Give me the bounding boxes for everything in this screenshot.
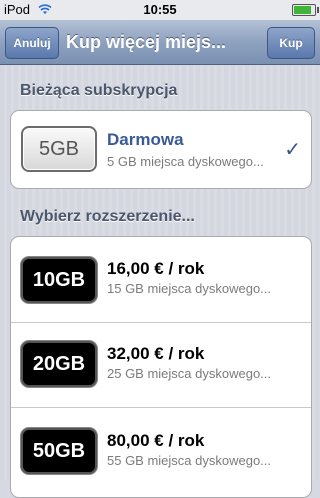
storage-badge: 10GB — [21, 257, 97, 303]
plan-subtitle: 15 GB miejsca dyskowego... — [107, 281, 272, 296]
clock: 10:55 — [143, 2, 177, 17]
page-title: Kup więcej miejs... — [66, 32, 227, 52]
buy-button[interactable]: Kup — [267, 27, 315, 59]
plan-title: Darmowa — [107, 130, 184, 149]
plan-subtitle: 25 GB miejsca dyskowego... — [107, 366, 272, 381]
section-header-current: Bieżąca subskrypcja — [20, 82, 178, 99]
section-header-upgrades: Wybierz rozszerzenie... — [20, 208, 195, 225]
current-plan-row[interactable]: 5GB Darmowa 5 GB miejsca dyskowego... ✓ — [11, 111, 311, 188]
plan-price: 32,00 € / rok — [107, 344, 205, 363]
plan-price: 80,00 € / rok — [107, 431, 205, 450]
current-subscription-group: 5GB Darmowa 5 GB miejsca dyskowego... ✓ — [10, 110, 312, 189]
plan-subtitle: 5 GB miejsca dyskowego... — [107, 154, 264, 169]
upgrade-row-20gb[interactable]: 20GB 32,00 € / rok 25 GB miejsca dyskowe… — [11, 322, 311, 407]
plan-price: 16,00 € / rok — [107, 259, 205, 278]
status-bar: iPod 10:55 — [0, 0, 320, 20]
cancel-button[interactable]: Anuluj — [5, 27, 59, 59]
content-area: Bieżąca subskrypcja 5GB Darmowa 5 GB mie… — [0, 65, 320, 498]
navigation-bar: Anuluj Kup więcej miejs... Kup — [0, 20, 320, 65]
upgrades-group: 10GB 16,00 € / rok 15 GB miejsca dyskowe… — [10, 236, 312, 498]
storage-badge: 20GB — [21, 341, 97, 387]
battery-icon — [292, 4, 319, 16]
plan-subtitle: 55 GB miejsca dyskowego... — [107, 453, 272, 468]
upgrade-row-10gb[interactable]: 10GB 16,00 € / rok 15 GB miejsca dyskowe… — [11, 237, 311, 322]
storage-badge: 5GB — [21, 126, 97, 172]
checkmark-icon: ✓ — [284, 139, 301, 161]
upgrade-row-50gb[interactable]: 50GB 80,00 € / rok 55 GB miejsca dyskowe… — [11, 407, 311, 497]
battery-fill — [294, 6, 311, 14]
storage-badge: 50GB — [21, 428, 97, 474]
